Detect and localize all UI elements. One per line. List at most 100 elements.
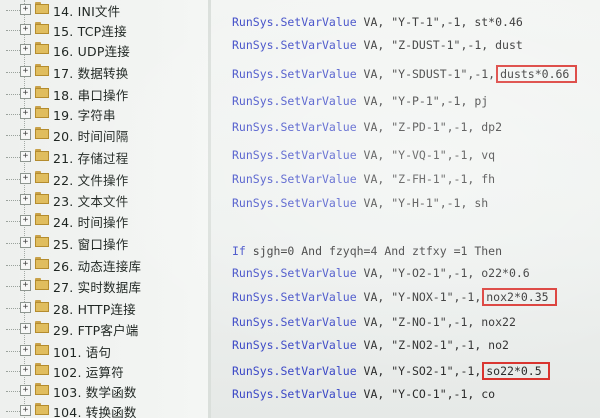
tree-item[interactable]: +17. 数据转换 [0, 62, 208, 81]
tree-connector [6, 114, 20, 115]
folder-icon [35, 343, 49, 355]
tree-connector [6, 200, 20, 201]
code-editor[interactable]: RunSys.SetVarValue VA, "Y-T-1",-1, st*0.… [218, 0, 600, 418]
function-tree: +14. INI文件 +15. TCP连接 +16. UDP连接 +17. 数据转换 +… [0, 0, 208, 418]
tree-item[interactable]: +15. TCP连接 [0, 20, 208, 39]
code-line[interactable]: RunSys.SetVarValue VA, "Y-O2-1",-1, o22*… [232, 262, 530, 284]
tree-connector [6, 30, 20, 31]
expand-icon[interactable]: + [20, 129, 31, 140]
tree-item[interactable]: +101. 语句 [0, 341, 208, 360]
tree-item[interactable]: +29. FTP客户端 [0, 319, 208, 338]
expand-icon[interactable]: + [20, 280, 31, 291]
tree-item[interactable]: +26. 动态连接库 [0, 255, 208, 274]
tree-item-label: 101. 语句 [53, 345, 112, 360]
pane-splitter[interactable] [208, 0, 211, 418]
tree-item[interactable]: +20. 时间间隔 [0, 125, 208, 144]
code-line[interactable]: RunSys.SetVarValue VA, "Z-FH-1",-1, fh [232, 168, 495, 190]
code-line[interactable]: RunSys.SetVarValue VA, "Z-PD-1",-1, dp2 [232, 116, 502, 138]
tree-item[interactable]: +102. 运算符 [0, 361, 208, 380]
tree-item[interactable]: +24. 时间操作 [0, 211, 208, 230]
expand-icon[interactable]: + [20, 151, 31, 162]
code-line[interactable]: RunSys.SetVarValue VA, "Z-DUST-1",-1, du… [232, 34, 523, 56]
tree-item[interactable]: +25. 窗口操作 [0, 233, 208, 252]
expand-icon[interactable]: + [20, 302, 31, 313]
highlight-box: dusts*0.66 [496, 65, 578, 83]
tree-item[interactable]: +27. 实时数据库 [0, 276, 208, 295]
tree-item[interactable]: +104. 转换函数 [0, 401, 208, 418]
tree-item[interactable]: +28. HTTP连接 [0, 298, 208, 317]
tree-connector [6, 371, 20, 372]
folder-icon [35, 300, 49, 312]
tree-item-label: 104. 转换函数 [53, 405, 137, 418]
code-line[interactable]: If sjgh=0 And fzyqh=4 And ztfxy =1 Then [232, 240, 502, 262]
folder-icon [35, 64, 49, 76]
tree-connector [6, 308, 20, 309]
code-keyword: RunSys.SetVarValue [232, 290, 357, 304]
code-line[interactable]: RunSys.SetVarValue VA, "Z-NO-1",-1, nox2… [232, 311, 516, 333]
code-line[interactable]: RunSys.SetVarValue VA, "Y-T-1",-1, st*0.… [232, 11, 523, 33]
code-line[interactable]: RunSys.SetVarValue VA, "Y-CO-1",-1, co [232, 383, 495, 405]
folder-icon [35, 42, 49, 54]
expand-icon[interactable]: + [20, 66, 31, 77]
code-line[interactable]: RunSys.SetVarValue VA, "Y-NOX-1",-1, nox2… [232, 286, 557, 308]
code-line[interactable]: RunSys.SetVarValue VA, "Y-P-1",-1, pj [232, 90, 488, 112]
tree-connector [6, 391, 20, 392]
expand-icon[interactable]: + [20, 4, 31, 15]
tree-item[interactable]: +21. 存储过程 [0, 147, 208, 166]
code-keyword: RunSys.SetVarValue [232, 315, 357, 329]
expand-icon[interactable]: + [20, 385, 31, 396]
expand-icon[interactable]: + [20, 259, 31, 270]
code-keyword: RunSys.SetVarValue [232, 364, 357, 378]
code-keyword: RunSys.SetVarValue [232, 120, 357, 134]
highlight-box: so22*0.5 [482, 362, 550, 380]
code-text: VA, "Y-VQ-1",-1, vq [356, 148, 496, 162]
expand-icon[interactable]: + [20, 345, 31, 356]
tree-item[interactable]: +103. 数学函数 [0, 381, 208, 400]
expand-icon[interactable]: + [20, 173, 31, 184]
tree-item[interactable]: +19. 字符串 [0, 104, 208, 123]
code-line[interactable]: RunSys.SetVarValue VA, "Y-SO2-1",-1, so22… [232, 360, 550, 382]
tree-item[interactable]: +23. 文本文件 [0, 190, 208, 209]
expand-icon[interactable]: + [20, 365, 31, 376]
folder-icon [35, 106, 49, 118]
tree-item-label: 103. 数学函数 [53, 385, 137, 400]
tree-connector [6, 72, 20, 73]
expand-icon[interactable]: + [20, 88, 31, 99]
folder-icon [35, 278, 49, 290]
expand-icon[interactable]: + [20, 194, 31, 205]
tree-item[interactable]: +22. 文件操作 [0, 169, 208, 188]
tree-item[interactable]: +16. UDP连接 [0, 40, 208, 59]
code-keyword: RunSys.SetVarValue [232, 94, 357, 108]
code-text: VA, "Y-O2-1",-1, o22*0.6 [356, 266, 530, 280]
expand-icon[interactable]: + [20, 215, 31, 226]
code-line[interactable]: RunSys.SetVarValue VA, "Y-VQ-1",-1, vq [232, 144, 495, 166]
folder-icon [35, 235, 49, 247]
expand-icon[interactable]: + [20, 44, 31, 55]
folder-icon [35, 127, 49, 139]
code-keyword: If [232, 244, 246, 258]
code-keyword: RunSys.SetVarValue [232, 38, 357, 52]
folder-icon [35, 86, 49, 98]
code-keyword: RunSys.SetVarValue [232, 196, 357, 210]
tree-item[interactable]: +18. 串口操作 [0, 84, 208, 103]
screen: +14. INI文件 +15. TCP连接 +16. UDP连接 +17. 数据转换 +… [0, 0, 600, 418]
code-line[interactable]: RunSys.SetVarValue VA, "Y-H-1",-1, sh [232, 192, 488, 214]
expand-icon[interactable]: + [20, 24, 31, 35]
folder-icon [35, 321, 49, 333]
code-keyword: RunSys.SetVarValue [232, 148, 357, 162]
code-line[interactable]: RunSys.SetVarValue VA, "Z-NO2-1",-1, no2 [232, 334, 509, 356]
tree-item[interactable]: +14. INI文件 [0, 0, 208, 19]
expand-icon[interactable]: + [20, 405, 31, 416]
tree-item-label: 16. UDP连接 [53, 44, 130, 59]
code-text: VA, "Z-FH-1",-1, fh [356, 172, 496, 186]
folder-icon [35, 363, 49, 375]
tree-item-label: 24. 时间操作 [53, 215, 129, 230]
expand-icon[interactable]: + [20, 323, 31, 334]
code-text: VA, "Z-NO2-1",-1, no2 [356, 338, 509, 352]
tree-item-label: 25. 窗口操作 [53, 237, 129, 252]
tree-item-label: 26. 动态连接库 [53, 259, 142, 274]
tree-item-label: 21. 存储过程 [53, 151, 129, 166]
expand-icon[interactable]: + [20, 237, 31, 248]
expand-icon[interactable]: + [20, 108, 31, 119]
code-line[interactable]: RunSys.SetVarValue VA, "Y-SDUST-1",-1, du… [232, 63, 578, 85]
